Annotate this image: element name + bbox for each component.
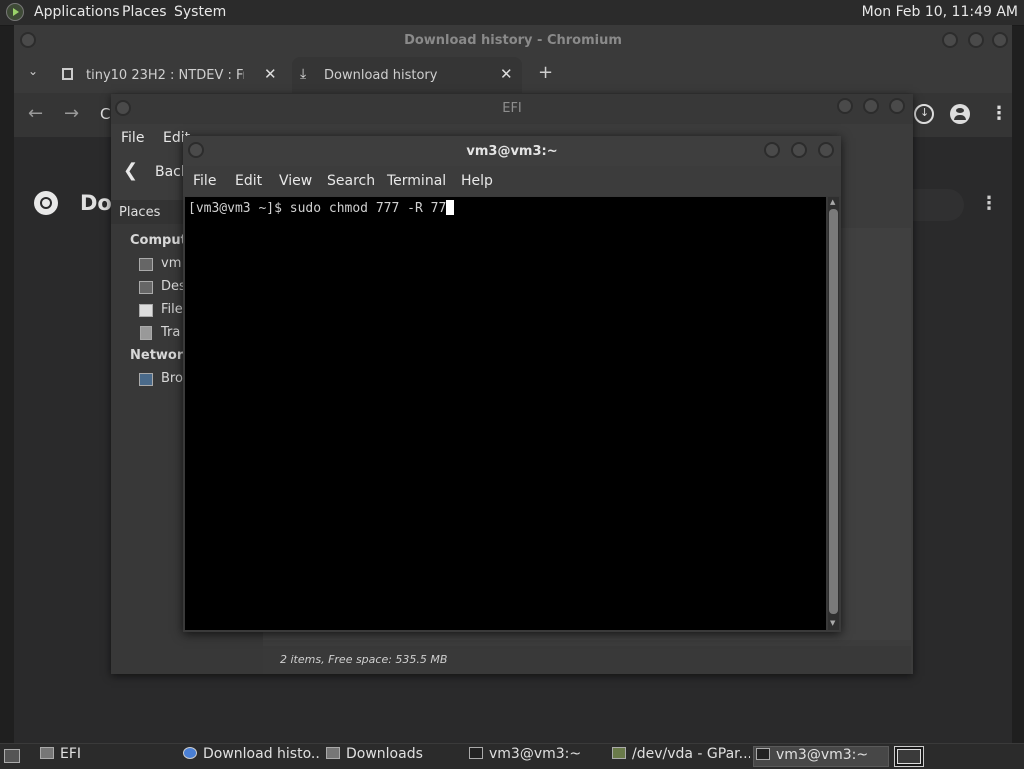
page-menu-icon[interactable]: ⋮ (980, 193, 998, 214)
archive-icon (62, 68, 73, 80)
terminal-scrollbar[interactable]: ▲ ▼ (828, 197, 839, 630)
kebab-menu-icon[interactable]: ⋮ (990, 103, 1008, 124)
system-menu[interactable]: System (174, 4, 226, 20)
taskbar-item-label: /dev/vda - GPar... (632, 746, 750, 762)
download-icon: ⤓ (300, 66, 307, 82)
taskbar-item-efi[interactable]: EFI (40, 746, 180, 767)
tab-label: tiny10 23H2 : NTDEV : Free D (86, 68, 244, 83)
tab-close-icon[interactable]: ✕ (500, 65, 513, 83)
close-icon[interactable] (889, 98, 905, 114)
profile-icon[interactable] (950, 104, 970, 124)
taskbar-item-downloads[interactable]: Downloads (326, 746, 464, 767)
terminal-edit-menu[interactable]: Edit (235, 173, 262, 189)
folder-icon (40, 747, 54, 759)
taskbar-item-label: vm3@vm3:~ (489, 746, 582, 762)
workspace-1[interactable] (897, 749, 921, 764)
terminal-titlebar[interactable]: vm3@vm3:~ (183, 136, 841, 166)
terminal-terminal-menu[interactable]: Terminal (387, 173, 446, 189)
tab-download-history[interactable]: ⤓ Download history ✕ (292, 57, 522, 93)
home-folder-icon (139, 258, 153, 271)
efi-statusbar: 2 items, Free space: 535.5 MB (263, 646, 911, 674)
sidebar-item-label: Tra (161, 325, 181, 340)
terminal-search-menu[interactable]: Search (327, 173, 375, 189)
back-arrow-icon[interactable]: ← (28, 103, 43, 124)
taskbar-item-label: Downloads (346, 746, 423, 762)
terminal-icon (469, 747, 483, 759)
terminal-menubar: File Edit View Search Terminal Help (183, 166, 841, 196)
applications-menu[interactable]: Applications (34, 4, 120, 20)
trash-icon (140, 326, 152, 340)
tab-close-icon[interactable]: ✕ (264, 65, 277, 83)
scrollbar-thumb[interactable] (829, 209, 838, 614)
workspace-switcher[interactable] (894, 746, 924, 767)
terminal-window-title: vm3@vm3:~ (466, 144, 558, 159)
efi-window-title: EFI (502, 101, 522, 116)
taskbar-item-label: Download histo... (203, 746, 321, 762)
back-arrow-icon[interactable]: ❮ (123, 160, 138, 181)
new-tab-icon[interactable]: + (538, 62, 553, 83)
close-icon[interactable] (992, 32, 1008, 48)
chromium-logo-icon (34, 191, 58, 215)
sidebar-item-label: File (161, 302, 183, 317)
sidebar-item-label: vm (161, 256, 182, 271)
terminal-window: vm3@vm3:~ File Edit View Search Terminal… (183, 136, 841, 632)
reload-icon[interactable]: C (100, 105, 110, 123)
terminal-command-text: [vm3@vm3 ~]$ sudo chmod 777 -R 77 (188, 201, 447, 216)
tab-search-icon[interactable]: ⌄ (28, 64, 38, 78)
downloads-icon[interactable]: ↓ (914, 104, 934, 124)
maximize-icon[interactable] (968, 32, 984, 48)
taskbar-item-terminal-2[interactable]: vm3@vm3:~ (753, 746, 889, 767)
minimize-icon[interactable] (942, 32, 958, 48)
scroll-up-icon[interactable]: ▲ (830, 198, 835, 206)
status-text: 2 items, Free space: 535.5 MB (280, 653, 448, 666)
chromium-icon (183, 747, 197, 759)
maximize-icon[interactable] (863, 98, 879, 114)
terminal-icon (756, 748, 770, 760)
taskbar-item-label: vm3@vm3:~ (776, 747, 869, 763)
text-cursor (446, 200, 455, 215)
minimize-icon[interactable] (837, 98, 853, 114)
forward-arrow-icon[interactable]: → (64, 103, 79, 124)
places-menu[interactable]: Places (122, 4, 167, 20)
folder-icon (326, 747, 340, 759)
places-label: Places (119, 205, 161, 220)
close-icon[interactable] (818, 142, 834, 158)
efi-file-menu[interactable]: File (121, 130, 144, 146)
tab-label: Download history (324, 68, 438, 83)
network-icon (139, 373, 153, 386)
tab-strip: ⌄ tiny10 23H2 : NTDEV : Free D ✕ ⤓ Downl… (14, 55, 1012, 93)
terminal-prompt-line: [vm3@vm3 ~]$ sudo chmod 777 -R 77 (188, 200, 455, 216)
taskbar-item-gparted[interactable]: /dev/vda - GPar... (612, 746, 750, 767)
terminal-view-menu[interactable]: View (279, 173, 312, 189)
taskbar-item-terminal-1[interactable]: vm3@vm3:~ (469, 746, 607, 767)
desktop-folder-icon (139, 281, 153, 294)
gparted-icon (612, 747, 626, 759)
taskbar-item-chromium[interactable]: Download histo... (183, 746, 321, 767)
bottom-panel: EFI Download histo... Downloads vm3@vm3:… (0, 743, 1024, 769)
maximize-icon[interactable] (791, 142, 807, 158)
show-desktop-icon[interactable] (4, 749, 20, 763)
distro-logo-icon[interactable] (6, 3, 24, 21)
tab-tiny10[interactable]: tiny10 23H2 : NTDEV : Free D ✕ (54, 59, 286, 91)
filesystem-icon (139, 304, 153, 317)
chromium-titlebar[interactable]: Download history - Chromium (14, 25, 1012, 55)
terminal-file-menu[interactable]: File (193, 173, 216, 189)
clock[interactable]: Mon Feb 10, 11:49 AM (862, 4, 1018, 20)
sidebar-item-label: Bro (161, 371, 183, 386)
terminal-screen[interactable]: [vm3@vm3 ~]$ sudo chmod 777 -R 77 (185, 197, 826, 630)
minimize-icon[interactable] (764, 142, 780, 158)
scroll-down-icon[interactable]: ▼ (830, 619, 835, 627)
top-panel: Applications Places System Mon Feb 10, 1… (0, 0, 1024, 26)
efi-titlebar[interactable]: EFI (111, 94, 913, 124)
chromium-window-title: Download history - Chromium (404, 33, 622, 48)
terminal-help-menu[interactable]: Help (461, 173, 493, 189)
taskbar-item-label: EFI (60, 746, 82, 762)
